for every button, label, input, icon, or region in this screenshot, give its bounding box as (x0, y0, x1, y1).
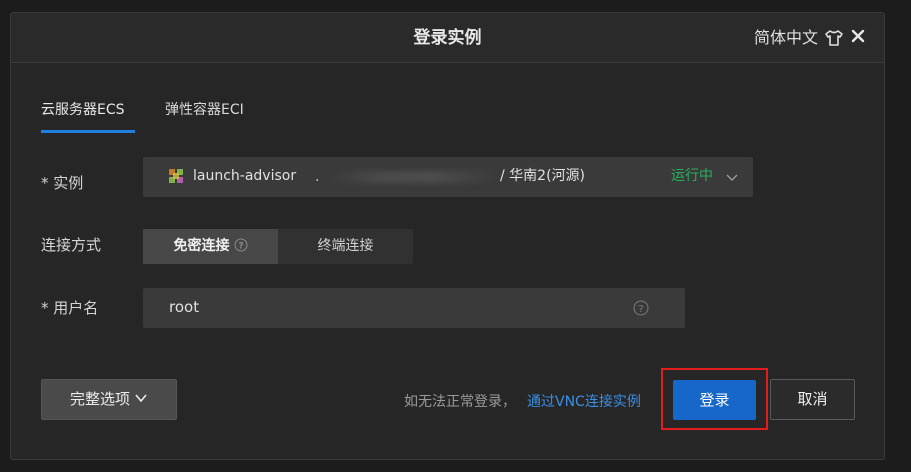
redacted-instance-id (328, 171, 498, 183)
full-options-button[interactable]: 完整选项 (41, 379, 177, 420)
chevron-down-icon (135, 394, 147, 403)
passwordless-label: 免密连接 (173, 238, 230, 254)
chevron-down-icon (726, 174, 738, 181)
theme-shirt-icon[interactable] (824, 28, 844, 48)
tab-eci[interactable]: 弹性容器ECI (165, 99, 265, 133)
svg-text:?: ? (638, 304, 643, 315)
username-field[interactable]: root ? (143, 288, 685, 328)
username-value: root (169, 298, 200, 316)
svg-text:?: ? (238, 242, 243, 252)
instance-select[interactable]: launch-advisor . / 华南2(河源) 运行中 (143, 157, 753, 197)
help-icon[interactable]: ? (633, 300, 649, 316)
connect-method-toggle: 免密连接 ? 终端连接 (143, 229, 413, 264)
terminal-connect-option[interactable]: 终端连接 (278, 229, 413, 264)
help-icon[interactable]: ? (234, 238, 248, 252)
tab-eci-label: 弹性容器ECI (165, 102, 244, 118)
username-label: * 用户名 (41, 299, 99, 317)
instance-label: * 实例 (41, 174, 84, 192)
login-hint: 如无法正常登录， (404, 394, 516, 410)
login-button[interactable]: 登录 (673, 380, 756, 420)
vnc-connect-link[interactable]: 通过VNC连接实例 (527, 391, 641, 411)
instance-status: 运行中 (671, 168, 713, 184)
dialog-header: 登录实例 简体中文 (11, 13, 884, 63)
active-tab-underline (41, 130, 135, 133)
connect-method-label: 连接方式 (41, 236, 102, 254)
tab-ecs-label: 云服务器ECS (41, 102, 125, 118)
close-icon[interactable] (850, 28, 866, 44)
passwordless-connect-option[interactable]: 免密连接 ? (143, 229, 278, 264)
instance-id-separator: . (315, 169, 320, 185)
instance-region: / 华南2(河源) (500, 168, 585, 184)
cancel-button[interactable]: 取消 (770, 379, 855, 420)
instance-icon (169, 169, 183, 183)
instance-name: launch-advisor (193, 168, 297, 184)
tab-ecs[interactable]: 云服务器ECS (41, 99, 135, 133)
full-options-label: 完整选项 (69, 390, 130, 408)
language-switch[interactable]: 简体中文 (754, 13, 818, 63)
login-dialog: 登录实例 简体中文 云服务器ECS 弹性容器ECI * 实例 launch-ad… (10, 12, 885, 460)
